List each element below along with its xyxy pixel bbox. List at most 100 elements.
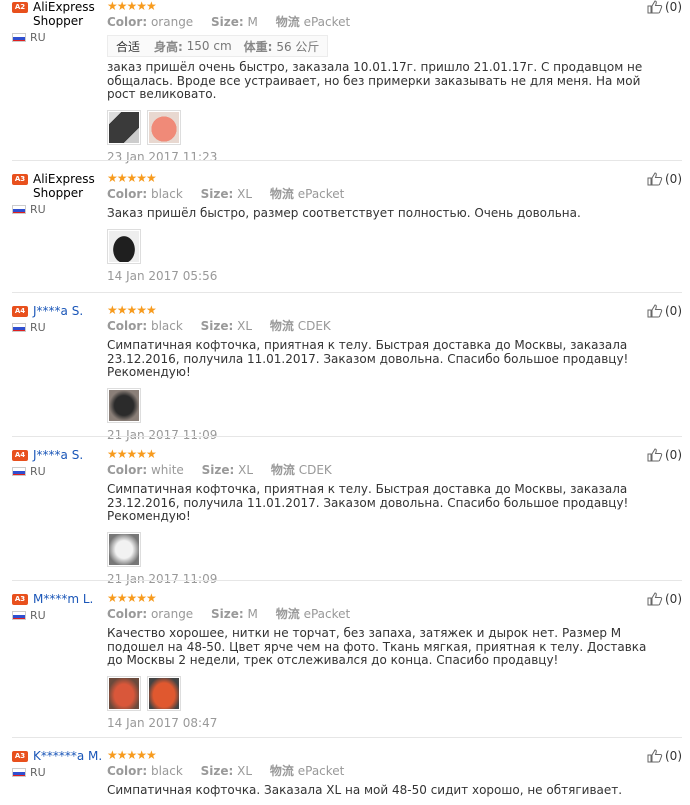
buyer-info: A3 AliExpress Shopper RU <box>12 172 102 217</box>
buyer-info: A4 J****a S. RU <box>12 448 102 479</box>
buyer-country: RU <box>12 321 102 335</box>
review-date: 14 Jan 2017 05:56 <box>107 268 218 283</box>
buyer-info: A2 AliExpress Shopper RU <box>12 0 102 45</box>
buyer-level-badge: A3 <box>12 594 28 605</box>
helpful-count: (0) <box>665 592 682 606</box>
review-text: Симпатичная кофточка, приятная к телу. Б… <box>107 338 629 379</box>
review-photos <box>107 531 652 567</box>
review-photo-thumb[interactable] <box>107 675 141 711</box>
review-date: 14 Jan 2017 08:47 <box>107 715 218 730</box>
helpful-count: (0) <box>665 172 682 186</box>
review-date: 23 Jan 2017 11:23 <box>107 149 218 164</box>
color-value: white <box>150 463 184 477</box>
color-value: black <box>150 319 183 333</box>
weight-value: 56 公斤 <box>276 39 320 54</box>
buyer-country: RU <box>12 465 102 479</box>
russia-flag-icon <box>12 467 26 476</box>
helpful-button[interactable]: (0) <box>647 448 682 462</box>
color-value: black <box>150 187 183 201</box>
color-value: orange <box>150 15 194 29</box>
order-attributes: Color: orange Size: M 物流 ePacket <box>107 15 351 29</box>
thumbs-up-icon <box>647 749 663 763</box>
order-attributes: Color: orange Size: M 物流 ePacket <box>107 607 351 621</box>
buyer-level-badge: A3 <box>12 174 28 185</box>
review-text: заказ пришёл очень быстро, заказала 10.0… <box>107 60 643 101</box>
height-value: 150 cm <box>186 39 232 53</box>
russia-flag-icon <box>12 323 26 332</box>
size-value: M <box>247 15 258 29</box>
buyer-info: A4 J****a S. RU <box>12 304 102 335</box>
review-date: 21 Jan 2017 11:09 <box>107 571 218 586</box>
buyer-level-badge: A4 <box>12 450 28 461</box>
star-rating: ★★★★★ <box>107 171 157 185</box>
star-rating: ★★★★★ <box>107 748 157 762</box>
review-photo-thumb[interactable] <box>107 387 141 423</box>
order-attributes: Color: white Size: XL 物流 CDEK <box>107 463 332 477</box>
helpful-button[interactable]: (0) <box>647 592 682 606</box>
divider <box>12 737 682 738</box>
size-value: XL <box>237 187 253 201</box>
helpful-button[interactable]: (0) <box>647 172 682 186</box>
shipping-value: CDEK <box>297 319 331 333</box>
helpful-count: (0) <box>665 304 682 318</box>
helpful-count: (0) <box>665 749 682 763</box>
thumbs-up-icon <box>647 172 663 186</box>
thumbs-up-icon <box>647 592 663 606</box>
helpful-count: (0) <box>665 448 682 462</box>
buyer-level-badge: A2 <box>12 2 28 13</box>
helpful-button[interactable]: (0) <box>647 749 682 763</box>
russia-flag-icon <box>12 205 26 214</box>
shipping-value: ePacket <box>303 15 351 29</box>
review-photos <box>107 675 652 711</box>
star-rating: ★★★★★ <box>107 0 157 13</box>
buyer-country: RU <box>12 203 102 217</box>
helpful-button[interactable]: (0) <box>647 304 682 318</box>
order-attributes: Color: black Size: XL 物流 ePacket <box>107 187 345 201</box>
review-photos <box>107 387 652 423</box>
review-photo-thumb[interactable] <box>147 675 181 711</box>
divider <box>12 292 682 293</box>
review-photo-thumb[interactable] <box>107 228 141 264</box>
star-rating: ★★★★★ <box>107 447 157 461</box>
divider <box>12 580 682 581</box>
russia-flag-icon <box>12 768 26 777</box>
fit-tag: 合适 <box>116 39 141 54</box>
shipping-value: ePacket <box>297 764 345 778</box>
review-text: Качество хорошее, нитки не торчат, без з… <box>107 626 647 667</box>
order-attributes: Color: black Size: XL 物流 CDEK <box>107 319 331 333</box>
thumbs-up-icon <box>647 304 663 318</box>
star-rating: ★★★★★ <box>107 303 157 317</box>
buyer-info: A3 K******a M. RU <box>12 749 102 780</box>
fit-info: 合适 身高: 150 cm 体重: 56 公斤 <box>107 35 329 57</box>
buyer-level-badge: A3 <box>12 751 28 762</box>
order-attributes: Color: black Size: XL 物流 ePacket <box>107 764 345 778</box>
review-text: Симпатичная кофточка, приятная к телу. Б… <box>107 482 629 523</box>
review-photo-thumb[interactable] <box>107 531 141 567</box>
shipping-value: CDEK <box>298 463 332 477</box>
thumbs-up-icon <box>647 448 663 462</box>
divider <box>12 436 682 437</box>
review-date: 21 Jan 2017 11:09 <box>107 427 218 442</box>
review-photo-thumb[interactable] <box>107 109 141 145</box>
review-text: Симпатичная кофточка. Заказала XL на мой… <box>107 783 623 797</box>
buyer-country: RU <box>12 766 102 780</box>
size-value: XL <box>238 463 254 477</box>
buyer-level-badge: A4 <box>12 306 28 317</box>
color-value: orange <box>150 607 194 621</box>
buyer-country: RU <box>12 31 102 45</box>
review-photo-thumb[interactable] <box>147 109 181 145</box>
buyer-info: A3 M****m L. RU <box>12 592 102 623</box>
russia-flag-icon <box>12 611 26 620</box>
size-value: XL <box>237 319 253 333</box>
russia-flag-icon <box>12 33 26 42</box>
divider <box>12 160 682 161</box>
shipping-value: ePacket <box>297 187 345 201</box>
review-photos <box>107 109 652 145</box>
buyer-country: RU <box>12 609 102 623</box>
review-text: Заказ пришёл быстро, размер соответствуе… <box>107 206 581 220</box>
size-value: M <box>247 607 258 621</box>
review-photos <box>107 228 652 264</box>
helpful-button[interactable]: (0) <box>647 0 682 14</box>
helpful-count: (0) <box>665 0 682 14</box>
color-value: black <box>150 764 183 778</box>
